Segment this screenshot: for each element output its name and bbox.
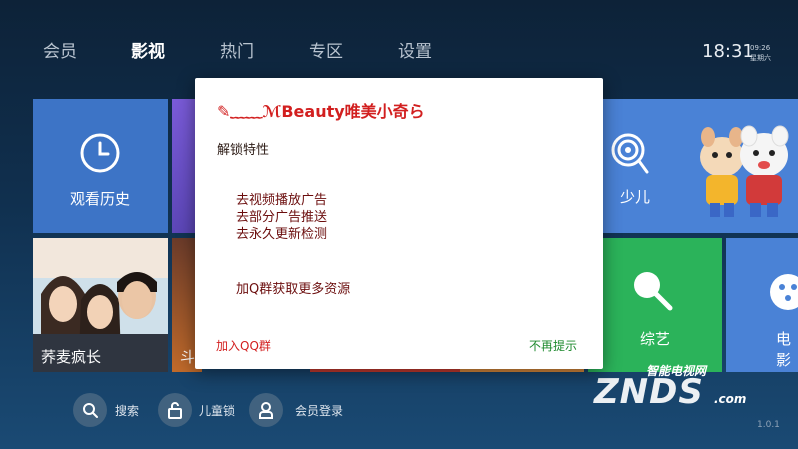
tile-kids-label: 少儿	[620, 188, 651, 206]
search-button[interactable]	[73, 393, 107, 427]
tile-variety-label: 综艺	[640, 330, 671, 348]
cartoon-mascots-image	[700, 125, 789, 217]
user-icon	[259, 402, 273, 419]
clock-time: 18:31	[702, 41, 754, 62]
dont-show-again-button[interactable]: 不再提示	[529, 337, 577, 354]
tile-featured-drama[interactable]: 荞麦疯长	[33, 238, 168, 372]
lock-icon	[168, 402, 182, 419]
tab-movies[interactable]: 影视	[131, 37, 165, 62]
feature-item: 去视频播放广告	[236, 193, 328, 208]
version-label: 1.0.1	[757, 420, 780, 430]
dialog-extra-text: 加Q群获取更多资源	[236, 282, 351, 297]
tile-kids[interactable]: 少儿	[588, 99, 798, 233]
clock-meta: 09:26 星期六	[750, 43, 771, 63]
top-navigation: 会员 影视 热门 专区 设置 18:31 09:26 星期六	[0, 0, 798, 90]
tile-featured-drama-label: 荞麦疯长	[41, 348, 102, 366]
feature-item: 去部分广告推送	[236, 210, 328, 225]
tile-tv[interactable]: 电影	[726, 238, 798, 372]
dialog-title: ✎﹏﹏ℳBeauty唯美小奇ら	[217, 102, 425, 121]
znds-watermark: 智能电视网 ZNDS .com	[586, 358, 766, 418]
dots-icon	[770, 274, 798, 310]
promo-dialog: ✎﹏﹏ℳBeauty唯美小奇ら 解锁特性 去视频播放广告 去部分广告推送 去永久…	[195, 78, 603, 369]
tab-hot[interactable]: 热门	[220, 37, 254, 62]
tab-settings[interactable]: 设置	[398, 37, 432, 62]
tile-variety[interactable]: 综艺	[588, 238, 722, 372]
clock-small-time: 09:26	[750, 44, 771, 52]
clock-icon	[80, 133, 120, 173]
child-lock-button[interactable]	[158, 393, 192, 427]
tile-watch-history-label: 观看历史	[70, 190, 131, 208]
lollipop-icon	[611, 133, 649, 174]
tile-watch-history[interactable]: 观看历史	[33, 99, 168, 233]
watermark-text-main: ZNDS	[594, 372, 704, 412]
clock-weekday: 星期六	[750, 54, 771, 62]
dialog-subtitle: 解锁特性	[217, 143, 270, 158]
feature-item: 去永久更新检测	[236, 227, 328, 242]
search-label: 搜索	[115, 404, 140, 418]
tile-featured-2-label: 斗	[180, 348, 196, 366]
microphone-icon	[634, 272, 673, 311]
watermark-text-suffix: .com	[714, 392, 747, 406]
member-login-label: 会员登录	[295, 404, 344, 418]
tile-tv-label: 电影	[776, 330, 792, 369]
member-login-button[interactable]	[249, 393, 283, 427]
tab-zone[interactable]: 专区	[309, 37, 343, 62]
search-icon	[83, 403, 98, 418]
join-qq-group-button[interactable]: 加入QQ群	[216, 337, 271, 354]
child-lock-label: 儿童锁	[199, 404, 236, 418]
tab-vip[interactable]: 会员	[43, 37, 77, 62]
